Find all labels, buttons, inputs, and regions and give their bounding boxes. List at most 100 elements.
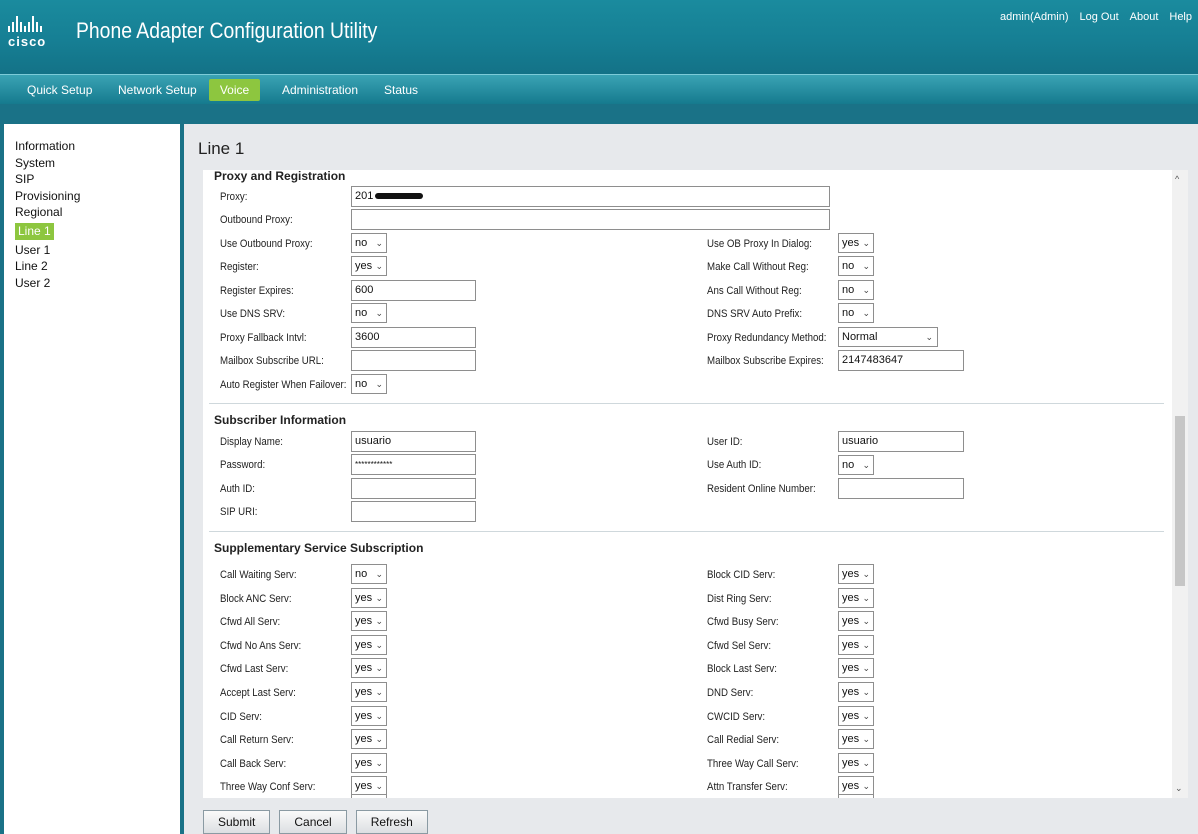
use-auth-id-select[interactable]: no ⌄ bbox=[838, 455, 874, 475]
supp-left-select[interactable]: yes ⌄ bbox=[351, 776, 387, 796]
supp-next-select[interactable] bbox=[351, 794, 387, 798]
supp-right-select[interactable]: yes ⌄ bbox=[838, 776, 874, 796]
sidebar-item-line-1[interactable]: Line 1 bbox=[15, 222, 54, 240]
supp-left-select[interactable]: no ⌄ bbox=[351, 564, 387, 584]
supp-left-select[interactable]: yes ⌄ bbox=[351, 635, 387, 655]
supp-right-select[interactable]: yes ⌄ bbox=[838, 611, 874, 631]
chevron-down-icon: ⌄ bbox=[862, 261, 870, 271]
tab-quick-setup[interactable]: Quick Setup bbox=[19, 79, 100, 101]
proxy-fallback-intvl-input[interactable]: 3600 bbox=[351, 327, 476, 348]
use-outbound-proxy-label: Use Outbound Proxy: bbox=[220, 238, 313, 250]
use-outbound-proxy-select[interactable]: no ⌄ bbox=[351, 233, 387, 253]
display-name-input[interactable]: usuario bbox=[351, 431, 476, 452]
use-ob-proxy-dialog-select[interactable]: yes ⌄ bbox=[838, 233, 874, 253]
chevron-down-icon: ⌄ bbox=[862, 308, 870, 318]
chevron-down-icon: ⌄ bbox=[375, 616, 383, 626]
user-account-link[interactable]: admin(Admin) bbox=[1000, 11, 1068, 23]
chevron-down-icon: ⌄ bbox=[862, 285, 870, 295]
tab-network-setup[interactable]: Network Setup bbox=[110, 79, 205, 101]
use-dns-srv-select[interactable]: no ⌄ bbox=[351, 303, 387, 323]
section-divider bbox=[209, 531, 1164, 532]
supp-left-select[interactable]: yes ⌄ bbox=[351, 682, 387, 702]
auto-register-failover-select[interactable]: no ⌄ bbox=[351, 374, 387, 394]
supp-left-label: CID Serv: bbox=[220, 711, 262, 723]
user-id-input[interactable]: usuario bbox=[838, 431, 964, 452]
supp-right-select[interactable]: yes ⌄ bbox=[838, 682, 874, 702]
ans-call-without-reg-value: no bbox=[842, 284, 855, 296]
supp-left-select[interactable]: yes ⌄ bbox=[351, 611, 387, 631]
mailbox-subscribe-url-input[interactable] bbox=[351, 350, 476, 371]
proxy-fallback-intvl-label: Proxy Fallback Intvl: bbox=[220, 332, 307, 344]
auth-id-input[interactable] bbox=[351, 478, 476, 499]
supp-right-select[interactable]: yes ⌄ bbox=[838, 564, 874, 584]
register-expires-input[interactable]: 600 bbox=[351, 280, 476, 301]
about-link[interactable]: About bbox=[1130, 11, 1159, 23]
supp-left-select[interactable]: yes ⌄ bbox=[351, 753, 387, 773]
mailbox-subscribe-expires-input[interactable]: 2147483647 bbox=[838, 350, 964, 371]
sidebar-item-provisioning[interactable]: Provisioning bbox=[15, 188, 180, 205]
proxy-input[interactable]: 201 bbox=[351, 186, 830, 207]
supp-right-value: yes bbox=[842, 710, 860, 722]
supp-left-value: yes bbox=[355, 686, 373, 698]
use-auth-id-label: Use Auth ID: bbox=[707, 459, 762, 471]
make-call-without-reg-select[interactable]: no ⌄ bbox=[838, 256, 874, 276]
supp-right-value: yes bbox=[842, 568, 860, 580]
auth-id-label: Auth ID: bbox=[220, 483, 255, 495]
sidebar-item-user-2[interactable]: User 2 bbox=[15, 275, 180, 292]
form-scrollbar[interactable]: ^ ⌄ bbox=[1172, 170, 1188, 798]
supp-right-select[interactable]: yes ⌄ bbox=[838, 753, 874, 773]
supp-left-select[interactable]: yes ⌄ bbox=[351, 706, 387, 726]
supp-right-select[interactable]: yes ⌄ bbox=[838, 729, 874, 749]
tab-voice[interactable]: Voice bbox=[209, 79, 260, 101]
sip-uri-input[interactable] bbox=[351, 501, 476, 522]
register-select[interactable]: yes ⌄ bbox=[351, 256, 387, 276]
dns-srv-auto-prefix-label: DNS SRV Auto Prefix: bbox=[707, 308, 803, 320]
cancel-button[interactable]: Cancel bbox=[279, 810, 347, 834]
supp-right-select[interactable]: yes ⌄ bbox=[838, 588, 874, 608]
sub-nav-bar bbox=[0, 104, 1198, 124]
supp-left-select[interactable]: yes ⌄ bbox=[351, 588, 387, 608]
scrollbar-thumb[interactable] bbox=[1175, 416, 1185, 586]
sidebar-item-information[interactable]: Information bbox=[15, 138, 180, 155]
chevron-down-icon: ⌄ bbox=[862, 781, 870, 791]
supp-left-label: Cfwd Last Serv: bbox=[220, 663, 289, 675]
dns-srv-auto-prefix-select[interactable]: no ⌄ bbox=[838, 303, 874, 323]
chevron-down-icon: ⌄ bbox=[862, 238, 870, 248]
use-dns-srv-value: no bbox=[355, 307, 368, 319]
app-title: Phone Adapter Configuration Utility bbox=[76, 18, 378, 43]
supp-left-select[interactable]: yes ⌄ bbox=[351, 658, 387, 678]
supp-next-select[interactable] bbox=[838, 794, 874, 798]
dns-srv-auto-prefix-value: no bbox=[842, 307, 855, 319]
outbound-proxy-input[interactable] bbox=[351, 209, 830, 230]
chevron-down-icon: ⌄ bbox=[375, 569, 383, 579]
ans-call-without-reg-select[interactable]: no ⌄ bbox=[838, 280, 874, 300]
chevron-down-icon: ⌄ bbox=[862, 569, 870, 579]
tab-status[interactable]: Status bbox=[376, 79, 426, 101]
cisco-logo: cisco bbox=[8, 16, 48, 52]
use-dns-srv-label: Use DNS SRV: bbox=[220, 308, 286, 320]
supp-right-select[interactable]: yes ⌄ bbox=[838, 658, 874, 678]
scroll-down-icon[interactable]: ⌄ bbox=[1175, 783, 1183, 794]
sidebar-item-line-2[interactable]: Line 2 bbox=[15, 258, 180, 275]
auto-register-failover-value: no bbox=[355, 378, 368, 390]
password-input[interactable]: ************ bbox=[351, 454, 476, 475]
scroll-up-icon[interactable]: ^ bbox=[1175, 174, 1179, 184]
chevron-down-icon: ⌄ bbox=[375, 781, 383, 791]
sidebar-item-regional[interactable]: Regional bbox=[15, 204, 180, 221]
refresh-button[interactable]: Refresh bbox=[355, 810, 428, 834]
sidebar-item-sip[interactable]: SIP bbox=[15, 171, 180, 188]
sidebar-item-user-1[interactable]: User 1 bbox=[15, 242, 180, 259]
chevron-down-icon: ⌄ bbox=[862, 663, 870, 673]
submit-button[interactable]: Submit bbox=[203, 810, 271, 834]
sidebar-item-system[interactable]: System bbox=[15, 155, 180, 172]
supp-right-select[interactable]: yes ⌄ bbox=[838, 635, 874, 655]
supp-right-select[interactable]: yes ⌄ bbox=[838, 706, 874, 726]
section-title-supplementary: Supplementary Service Subscription bbox=[214, 541, 424, 555]
logout-link[interactable]: Log Out bbox=[1079, 11, 1118, 23]
proxy-redundancy-method-select[interactable]: Normal ⌄ bbox=[838, 327, 938, 347]
resident-online-number-input[interactable] bbox=[838, 478, 964, 499]
tab-administration[interactable]: Administration bbox=[274, 79, 366, 101]
help-link[interactable]: Help bbox=[1169, 11, 1192, 23]
sidebar: Information System SIP Provisioning Regi… bbox=[4, 124, 184, 834]
supp-left-select[interactable]: yes ⌄ bbox=[351, 729, 387, 749]
